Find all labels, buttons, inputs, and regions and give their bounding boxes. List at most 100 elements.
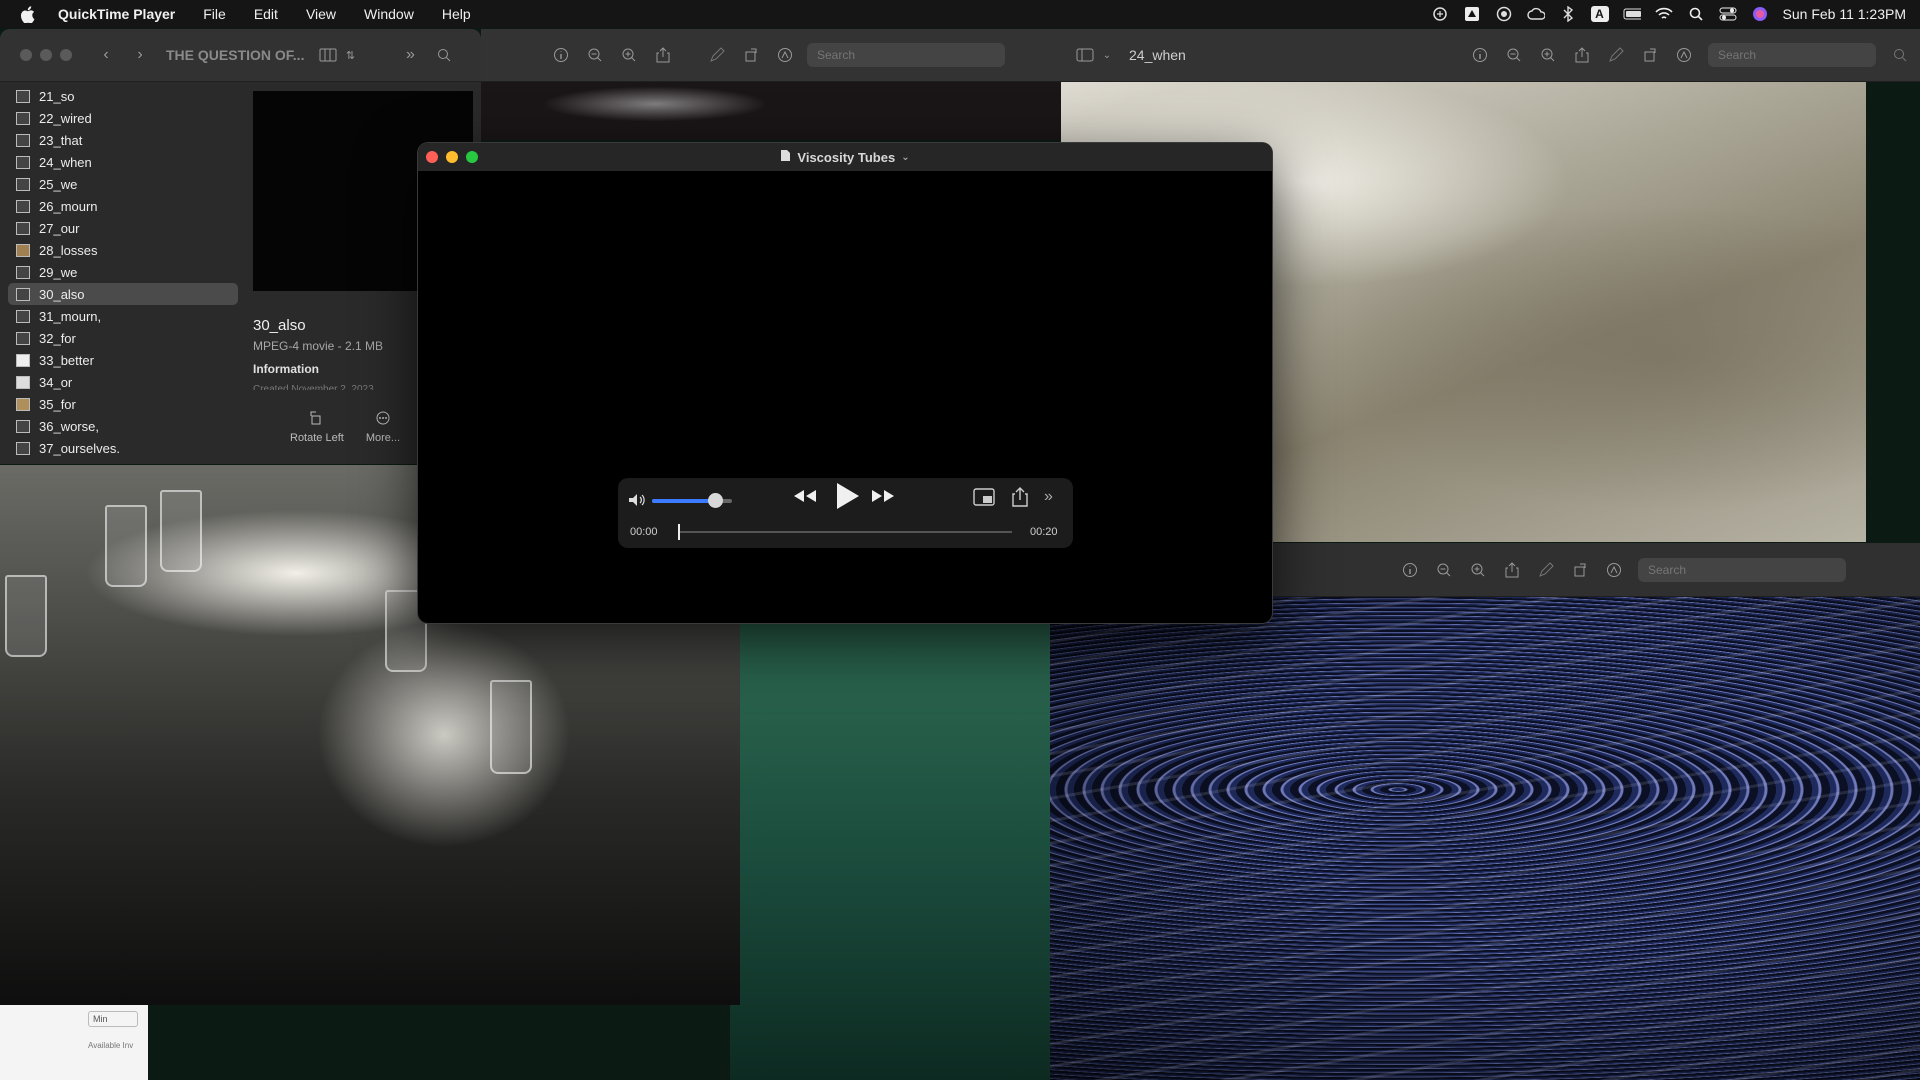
quicktime-player-window[interactable]: Viscosity Tubes ⌄ » 00:00 00:20 bbox=[418, 143, 1272, 623]
view-options-icon[interactable] bbox=[318, 46, 338, 64]
min-button[interactable]: Min bbox=[88, 1011, 138, 1027]
search-icon[interactable] bbox=[434, 46, 454, 64]
sidebar-item[interactable]: 35_for bbox=[8, 393, 238, 415]
rewind-button[interactable] bbox=[793, 489, 817, 503]
chevron-down-icon[interactable]: ⌄ bbox=[1097, 46, 1117, 64]
rotate-icon[interactable] bbox=[1570, 561, 1590, 579]
window-menu[interactable]: Window bbox=[364, 6, 414, 22]
sidebar-item[interactable]: 34_or bbox=[8, 371, 238, 393]
edit-menu[interactable]: Edit bbox=[254, 6, 278, 22]
view-menu[interactable]: View bbox=[306, 6, 336, 22]
sidebar-item[interactable]: 21_so bbox=[8, 85, 238, 107]
sidebar-item[interactable]: 32_for bbox=[8, 327, 238, 349]
more-options-icon[interactable]: » bbox=[1044, 488, 1053, 506]
menu-bar-clock[interactable]: Sun Feb 11 1:23PM bbox=[1783, 6, 1906, 22]
zoom-out-icon[interactable] bbox=[1434, 561, 1454, 579]
apple-menu-icon[interactable] bbox=[18, 5, 36, 23]
share-icon[interactable] bbox=[1502, 561, 1522, 579]
annotate-icon[interactable] bbox=[1674, 46, 1694, 64]
preview-browser-window: ‹ › THE QUESTION OF... ⇅ » 21_so 22_wire… bbox=[0, 29, 481, 464]
window-title: THE QUESTION OF... bbox=[166, 47, 305, 63]
more-button[interactable]: More... bbox=[366, 410, 400, 444]
input-source-icon[interactable]: A bbox=[1590, 6, 1609, 22]
sync-icon[interactable] bbox=[1431, 6, 1449, 22]
sidebar-item[interactable]: 29_we bbox=[8, 261, 238, 283]
zoom-button[interactable] bbox=[60, 49, 72, 61]
sidebar-item[interactable]: 22_wired bbox=[8, 107, 238, 129]
sidebar-item[interactable]: 23_that bbox=[8, 129, 238, 151]
siri-icon[interactable] bbox=[1751, 6, 1769, 22]
volume-slider[interactable] bbox=[652, 493, 732, 508]
sort-chevron-icon[interactable]: ⇅ bbox=[340, 46, 360, 64]
file-thumbnail-icon bbox=[16, 243, 30, 257]
sidebar-item[interactable]: 26_mourn bbox=[8, 195, 238, 217]
info-icon[interactable] bbox=[551, 46, 571, 64]
search-field[interactable] bbox=[1638, 557, 1846, 582]
sidebar-item[interactable]: 31_mourn, bbox=[8, 305, 238, 327]
search-field[interactable] bbox=[807, 43, 1005, 67]
markup-icon[interactable] bbox=[1606, 46, 1626, 64]
sidebar-item[interactable]: 36_worse, bbox=[8, 415, 238, 437]
search-field[interactable] bbox=[1708, 43, 1876, 67]
minimize-button[interactable] bbox=[40, 49, 52, 61]
search-input[interactable] bbox=[815, 47, 1005, 63]
sidebar-item[interactable]: 27_our bbox=[8, 217, 238, 239]
search-icon[interactable] bbox=[1890, 46, 1910, 64]
right-preview-toolbar: ⌄ 24_when bbox=[1061, 29, 1920, 82]
more-toolbar-icon[interactable]: » bbox=[400, 46, 420, 64]
playhead[interactable] bbox=[678, 524, 680, 540]
help-menu[interactable]: Help bbox=[442, 6, 471, 22]
annotate-icon[interactable] bbox=[775, 46, 795, 64]
player-title-bar[interactable]: Viscosity Tubes ⌄ bbox=[418, 143, 1272, 171]
sidebar-toggle-icon[interactable] bbox=[1075, 46, 1095, 64]
created-date: Created November 2, 2023 bbox=[253, 384, 374, 390]
bluetooth-icon[interactable] bbox=[1559, 6, 1577, 22]
markup-icon[interactable] bbox=[707, 46, 727, 64]
zoom-in-icon[interactable] bbox=[619, 46, 639, 64]
forward-icon[interactable]: › bbox=[130, 46, 150, 64]
timeline-scrubber[interactable] bbox=[678, 524, 1012, 540]
annotate-icon[interactable] bbox=[1604, 561, 1624, 579]
search-input[interactable] bbox=[1646, 561, 1846, 578]
sidebar-item-selected[interactable]: 30_also bbox=[8, 283, 238, 305]
back-icon[interactable]: ‹ bbox=[96, 46, 116, 64]
search-input[interactable] bbox=[1716, 47, 1876, 63]
share-icon[interactable] bbox=[1012, 487, 1028, 507]
control-center-icon[interactable] bbox=[1719, 6, 1737, 22]
zoom-in-icon[interactable] bbox=[1538, 46, 1558, 64]
volume-knob[interactable] bbox=[708, 493, 723, 508]
zoom-out-icon[interactable] bbox=[1504, 46, 1524, 64]
rotate-icon[interactable] bbox=[741, 46, 761, 64]
drive-icon[interactable] bbox=[1463, 6, 1481, 22]
sidebar-item[interactable]: 28_losses bbox=[8, 239, 238, 261]
player-title[interactable]: Viscosity Tubes ⌄ bbox=[418, 143, 1272, 171]
play-button[interactable] bbox=[834, 482, 860, 510]
file-thumbnail-icon bbox=[16, 177, 30, 191]
glass-shape bbox=[5, 575, 47, 657]
cloud-icon[interactable] bbox=[1526, 6, 1545, 22]
fast-forward-button[interactable] bbox=[871, 489, 895, 503]
volume-icon[interactable] bbox=[628, 492, 646, 508]
rotate-left-button[interactable]: Rotate Left bbox=[290, 410, 344, 444]
wifi-icon[interactable] bbox=[1654, 6, 1673, 22]
sidebar-item[interactable]: 33_better bbox=[8, 349, 238, 371]
sidebar-item[interactable]: 25_we bbox=[8, 173, 238, 195]
record-icon[interactable] bbox=[1495, 6, 1513, 22]
picture-in-picture-icon[interactable] bbox=[973, 488, 995, 506]
share-icon[interactable] bbox=[653, 46, 673, 64]
rotate-icon[interactable] bbox=[1640, 46, 1660, 64]
zoom-in-icon[interactable] bbox=[1468, 561, 1488, 579]
file-menu[interactable]: File bbox=[203, 6, 226, 22]
file-thumbnail-icon bbox=[16, 375, 30, 389]
info-icon[interactable] bbox=[1400, 561, 1420, 579]
sidebar-item[interactable]: 24_when bbox=[8, 151, 238, 173]
app-menu[interactable]: QuickTime Player bbox=[58, 6, 175, 22]
markup-icon[interactable] bbox=[1536, 561, 1556, 579]
close-button[interactable] bbox=[20, 49, 32, 61]
sidebar-item[interactable]: 37_ourselves. bbox=[8, 437, 238, 459]
zoom-out-icon[interactable] bbox=[585, 46, 605, 64]
search-icon[interactable] bbox=[1687, 6, 1705, 22]
share-icon[interactable] bbox=[1572, 46, 1592, 64]
battery-icon[interactable] bbox=[1623, 6, 1641, 22]
info-icon[interactable] bbox=[1470, 46, 1490, 64]
